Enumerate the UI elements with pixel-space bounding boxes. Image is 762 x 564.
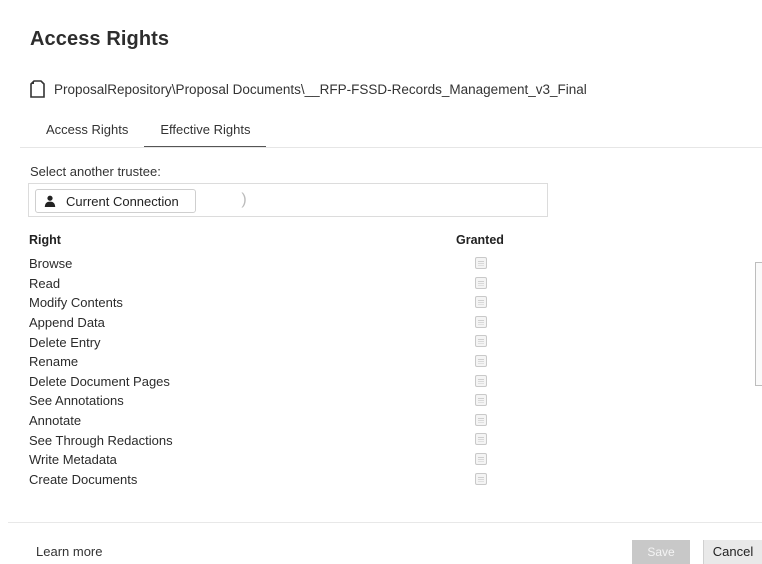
footer-divider [8,522,762,523]
right-name: Write Metadata [29,452,117,468]
list-fade [29,486,529,500]
remove-trustee-icon[interactable]: ) [237,189,251,211]
right-row: Write Metadata [29,450,749,470]
right-name: See Annotations [29,393,124,409]
right-name: See Through Redactions [29,432,173,448]
column-header-right: Right [29,233,61,247]
right-row: Modify Contents [29,293,749,313]
granted-checkbox [475,354,487,367]
dialog-title: Access Rights [30,28,170,50]
trustee-selector[interactable]: Current Connection ) [28,183,548,217]
right-name: Create Documents [29,471,138,487]
granted-checkbox [475,315,487,328]
rights-list: Browse Read Modify Contents Append Data … [29,254,749,498]
right-name: Rename [29,354,79,370]
right-name: Browse [29,256,73,272]
cancel-button[interactable]: Cancel [703,540,762,564]
document-path: ProposalRepository\Proposal Documents\__… [54,81,587,97]
document-path-row: ProposalRepository\Proposal Documents\__… [28,78,587,100]
right-name: Modify Contents [29,295,123,311]
right-row: See Through Redactions [29,430,749,450]
right-row: Read [29,274,749,294]
access-rights-dialog: Access Rights ProposalRepository\Proposa… [0,0,762,564]
save-button[interactable]: Save [632,540,690,564]
granted-checkbox [475,394,487,407]
right-row: Delete Entry [29,332,749,352]
tab-divider [20,147,762,148]
right-name: Delete Document Pages [29,373,170,389]
trustee-chip[interactable]: Current Connection [35,189,196,213]
granted-checkbox [475,276,487,289]
learn-more-link[interactable]: Learn more [36,544,102,559]
rights-scrollbar[interactable] [755,262,762,386]
granted-checkbox [475,335,487,348]
right-row: Rename [29,352,749,372]
tab-effective-rights[interactable]: Effective Rights [144,116,267,148]
right-name: Annotate [29,413,82,429]
trustee-chip-label: Current Connection [66,193,179,209]
tab-bar: Access Rights Effective Rights [30,116,267,148]
right-row: See Annotations [29,391,749,411]
right-row: Append Data [29,313,749,333]
right-row: Annotate [29,411,749,431]
column-header-granted: Granted [456,233,504,247]
document-icon [28,79,46,99]
granted-checkbox [475,257,487,269]
granted-checkbox [475,452,487,465]
granted-checkbox [475,472,487,485]
right-row: Delete Document Pages [29,372,749,392]
trustee-label: Select another trustee: [30,164,161,179]
right-name: Delete Entry [29,334,101,350]
tab-access-rights[interactable]: Access Rights [30,116,144,148]
granted-checkbox [475,374,487,387]
right-name: Append Data [29,315,105,331]
granted-checkbox [475,413,487,426]
granted-checkbox [475,296,487,309]
person-icon [44,195,56,207]
right-name: Read [29,275,61,291]
right-row: Browse [29,254,749,274]
granted-checkbox [475,433,487,446]
